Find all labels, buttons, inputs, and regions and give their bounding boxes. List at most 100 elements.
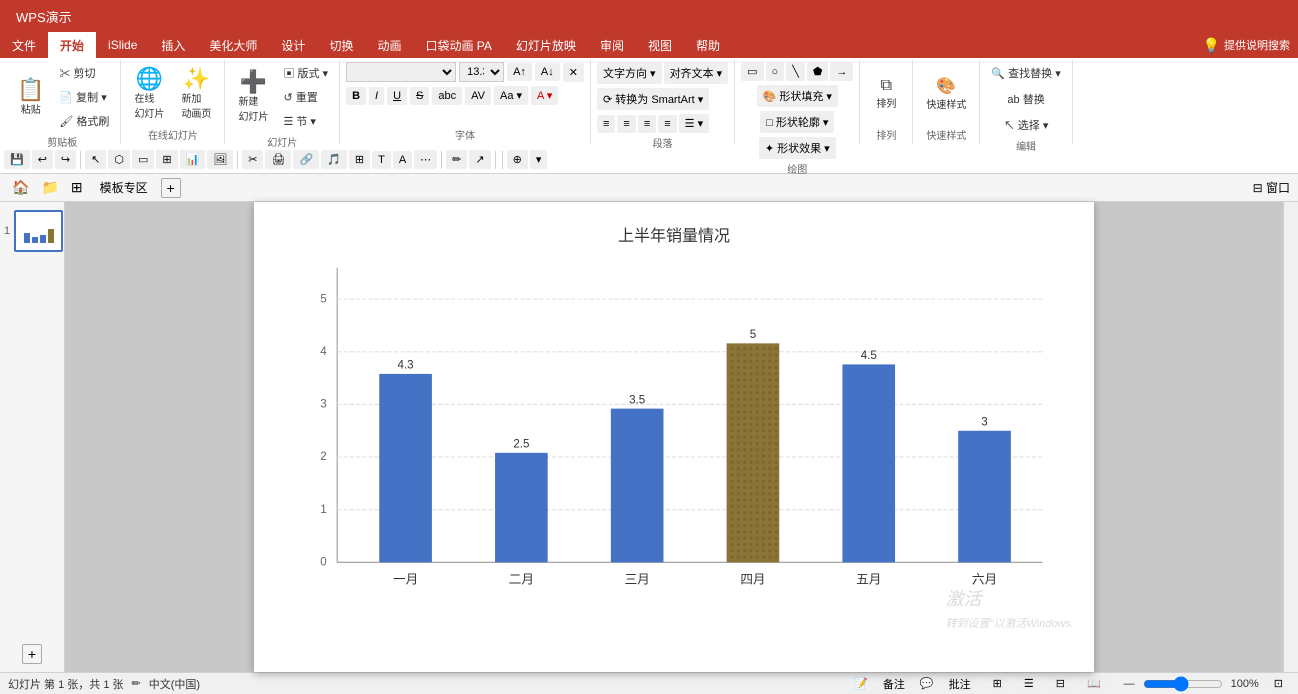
shadow-button[interactable]: abc [432, 87, 462, 105]
template-icon[interactable]: ⊞ [67, 177, 87, 198]
font-decrease-button[interactable]: A↓ [535, 63, 560, 81]
chart-area[interactable]: 0 1 2 3 4 5 4.3 一月 2.5 二月 [274, 256, 1074, 616]
print-button[interactable]: 🖨 [265, 150, 291, 169]
text-box-button[interactable]: T [372, 151, 391, 169]
text-direction-button[interactable]: 文字方向 ▾ [597, 62, 662, 84]
frame-button[interactable]: ▭ [132, 150, 154, 169]
notes-button[interactable]: 备注 [876, 674, 912, 694]
text-case-button[interactable]: Aa ▾ [494, 86, 528, 105]
image-button[interactable]: 🖼 [207, 150, 233, 169]
replace-button[interactable]: ab 替换 [1002, 88, 1049, 110]
bar-february[interactable] [495, 453, 548, 562]
font-family-select[interactable] [346, 62, 456, 82]
align-left-button[interactable]: ≡ [597, 115, 615, 133]
folder-icon[interactable]: 📁 [37, 177, 62, 198]
align-center-button[interactable]: ≡ [617, 115, 635, 133]
italic-button[interactable]: I [369, 87, 384, 105]
arrow-button[interactable]: → [830, 62, 853, 81]
crop-button[interactable]: ✂ [242, 150, 263, 169]
zoom-slider[interactable] [1143, 676, 1223, 692]
rect-button[interactable]: ▭ [741, 62, 763, 81]
tab-islide[interactable]: iSlide [96, 32, 149, 58]
tab-pocketanim[interactable]: 口袋动画 PA [413, 32, 503, 58]
bar-march[interactable] [611, 409, 664, 563]
search-hint[interactable]: 提供说明搜索 [1224, 37, 1290, 53]
normal-view-button[interactable]: ⊞ [986, 675, 1009, 692]
reset-button[interactable]: ↺ 重置 [278, 86, 333, 108]
cut-button[interactable]: ✂ 剪切 [54, 62, 114, 84]
template-area-item[interactable]: 模板专区 [91, 176, 157, 199]
slide-sorter-button[interactable]: ⊟ [1049, 675, 1072, 692]
layout-button[interactable]: ▣ 版式 ▾ [278, 62, 333, 84]
tab-file[interactable]: 文件 [0, 32, 48, 58]
wordart-button[interactable]: A [393, 151, 412, 169]
tab-view[interactable]: 视图 [636, 32, 684, 58]
font-color-button[interactable]: A ▾ [531, 86, 558, 105]
undo-button[interactable]: ↩ [32, 150, 53, 169]
underline-button[interactable]: U [387, 87, 407, 105]
arrange-button[interactable]: ⧉ 排列 [866, 73, 906, 114]
find-replace-button[interactable]: 🔍 查找替换 ▾ [986, 62, 1065, 84]
format-painter-button[interactable]: 🖌 格式刷 [54, 110, 114, 132]
tab-help[interactable]: 帮助 [684, 32, 732, 58]
cursor-button[interactable]: ↖ [85, 150, 106, 169]
view-toggle-button[interactable]: ⊞ [156, 150, 177, 169]
tab-beautify[interactable]: 美化大师 [197, 32, 269, 58]
add-tab-button[interactable]: + [161, 178, 181, 198]
clear-format-button[interactable]: ✕ [563, 63, 584, 82]
tab-home[interactable]: 开始 [48, 32, 96, 58]
outline-view-button[interactable]: ☰ [1017, 675, 1041, 692]
quick-style-button[interactable]: 🎨 快速样式 [919, 72, 973, 115]
fit-window-button[interactable]: ⊡ [1267, 675, 1290, 692]
convert-smartart-button[interactable]: ⟳ 转换为 SmartArt ▾ [597, 88, 709, 110]
add-anim-button[interactable]: ✨ 新加动画页 [174, 64, 218, 124]
align-text-button[interactable]: 对齐文本 ▾ [664, 62, 729, 84]
tab-insert[interactable]: 插入 [149, 32, 197, 58]
shape-effect-button[interactable]: ✦ 形状效果 ▾ [759, 137, 836, 159]
paste-button[interactable]: 📋 粘贴 [10, 75, 51, 120]
home-icon[interactable]: 🏠 [8, 177, 33, 198]
font-increase-button[interactable]: A↑ [507, 63, 532, 81]
comments-button[interactable]: 批注 [942, 674, 978, 694]
new-slide-button[interactable]: ➕ 新建幻灯片 [231, 67, 275, 127]
font-spacing-button[interactable]: AV [465, 87, 491, 105]
fill-color-button[interactable]: 🎨 形状填充 ▾ [757, 85, 838, 107]
col-button[interactable]: ☰ ▾ [679, 114, 709, 133]
slide-thumbnail[interactable] [14, 210, 63, 252]
oval-button[interactable]: ○ [766, 62, 785, 81]
shapes-button[interactable]: ⬡ [108, 150, 130, 169]
align-justify-button[interactable]: ≡ [658, 115, 676, 133]
chart-button[interactable]: 📊 [180, 150, 206, 169]
link-button[interactable]: 🔗 [293, 150, 319, 169]
save-button[interactable]: 💾 [4, 150, 30, 169]
bar-june[interactable] [958, 431, 1011, 563]
bar-may[interactable] [842, 364, 895, 562]
draw-tool-button[interactable]: ✏ [446, 150, 467, 169]
bold-button[interactable]: B [346, 87, 366, 105]
tab-slideshow[interactable]: 幻灯片放映 [504, 32, 588, 58]
tab-animation[interactable]: 动画 [365, 32, 413, 58]
align-right-button[interactable]: ≡ [638, 115, 656, 133]
arrange-order-button[interactable]: ⊕ [507, 150, 528, 169]
redo-button[interactable]: ↪ [55, 150, 76, 169]
add-slide-button[interactable]: + [22, 644, 42, 664]
table-button[interactable]: ⊞ [349, 150, 370, 169]
section-button[interactable]: ☰ 节 ▾ [278, 110, 333, 132]
online-slide-button[interactable]: 🌐 在线幻灯片 [127, 64, 171, 124]
more-button[interactable]: ⋯ [414, 150, 437, 169]
select-button[interactable]: ↖ 选择 ▾ [999, 114, 1054, 136]
shapes-more-button[interactable]: ⬟ [807, 62, 829, 81]
media-button[interactable]: 🎵 [321, 150, 347, 169]
font-size-select[interactable]: 13.3 [459, 62, 504, 82]
tab-review[interactable]: 审阅 [588, 32, 636, 58]
strikethrough-button[interactable]: S [410, 87, 429, 105]
extra-button[interactable]: ▾ [530, 150, 548, 169]
reading-view-button[interactable]: 📖 [1080, 675, 1108, 692]
bar-january[interactable] [379, 374, 432, 562]
line-button[interactable]: ╲ [786, 62, 805, 81]
tab-switch[interactable]: 切换 [317, 32, 365, 58]
tab-design[interactable]: 设计 [269, 32, 317, 58]
shape-outline-button[interactable]: □ 形状轮廓 ▾ [760, 111, 834, 133]
pointer-button[interactable]: ↗ [469, 150, 490, 169]
copy-button[interactable]: 📄 复制 ▾ [54, 86, 114, 108]
